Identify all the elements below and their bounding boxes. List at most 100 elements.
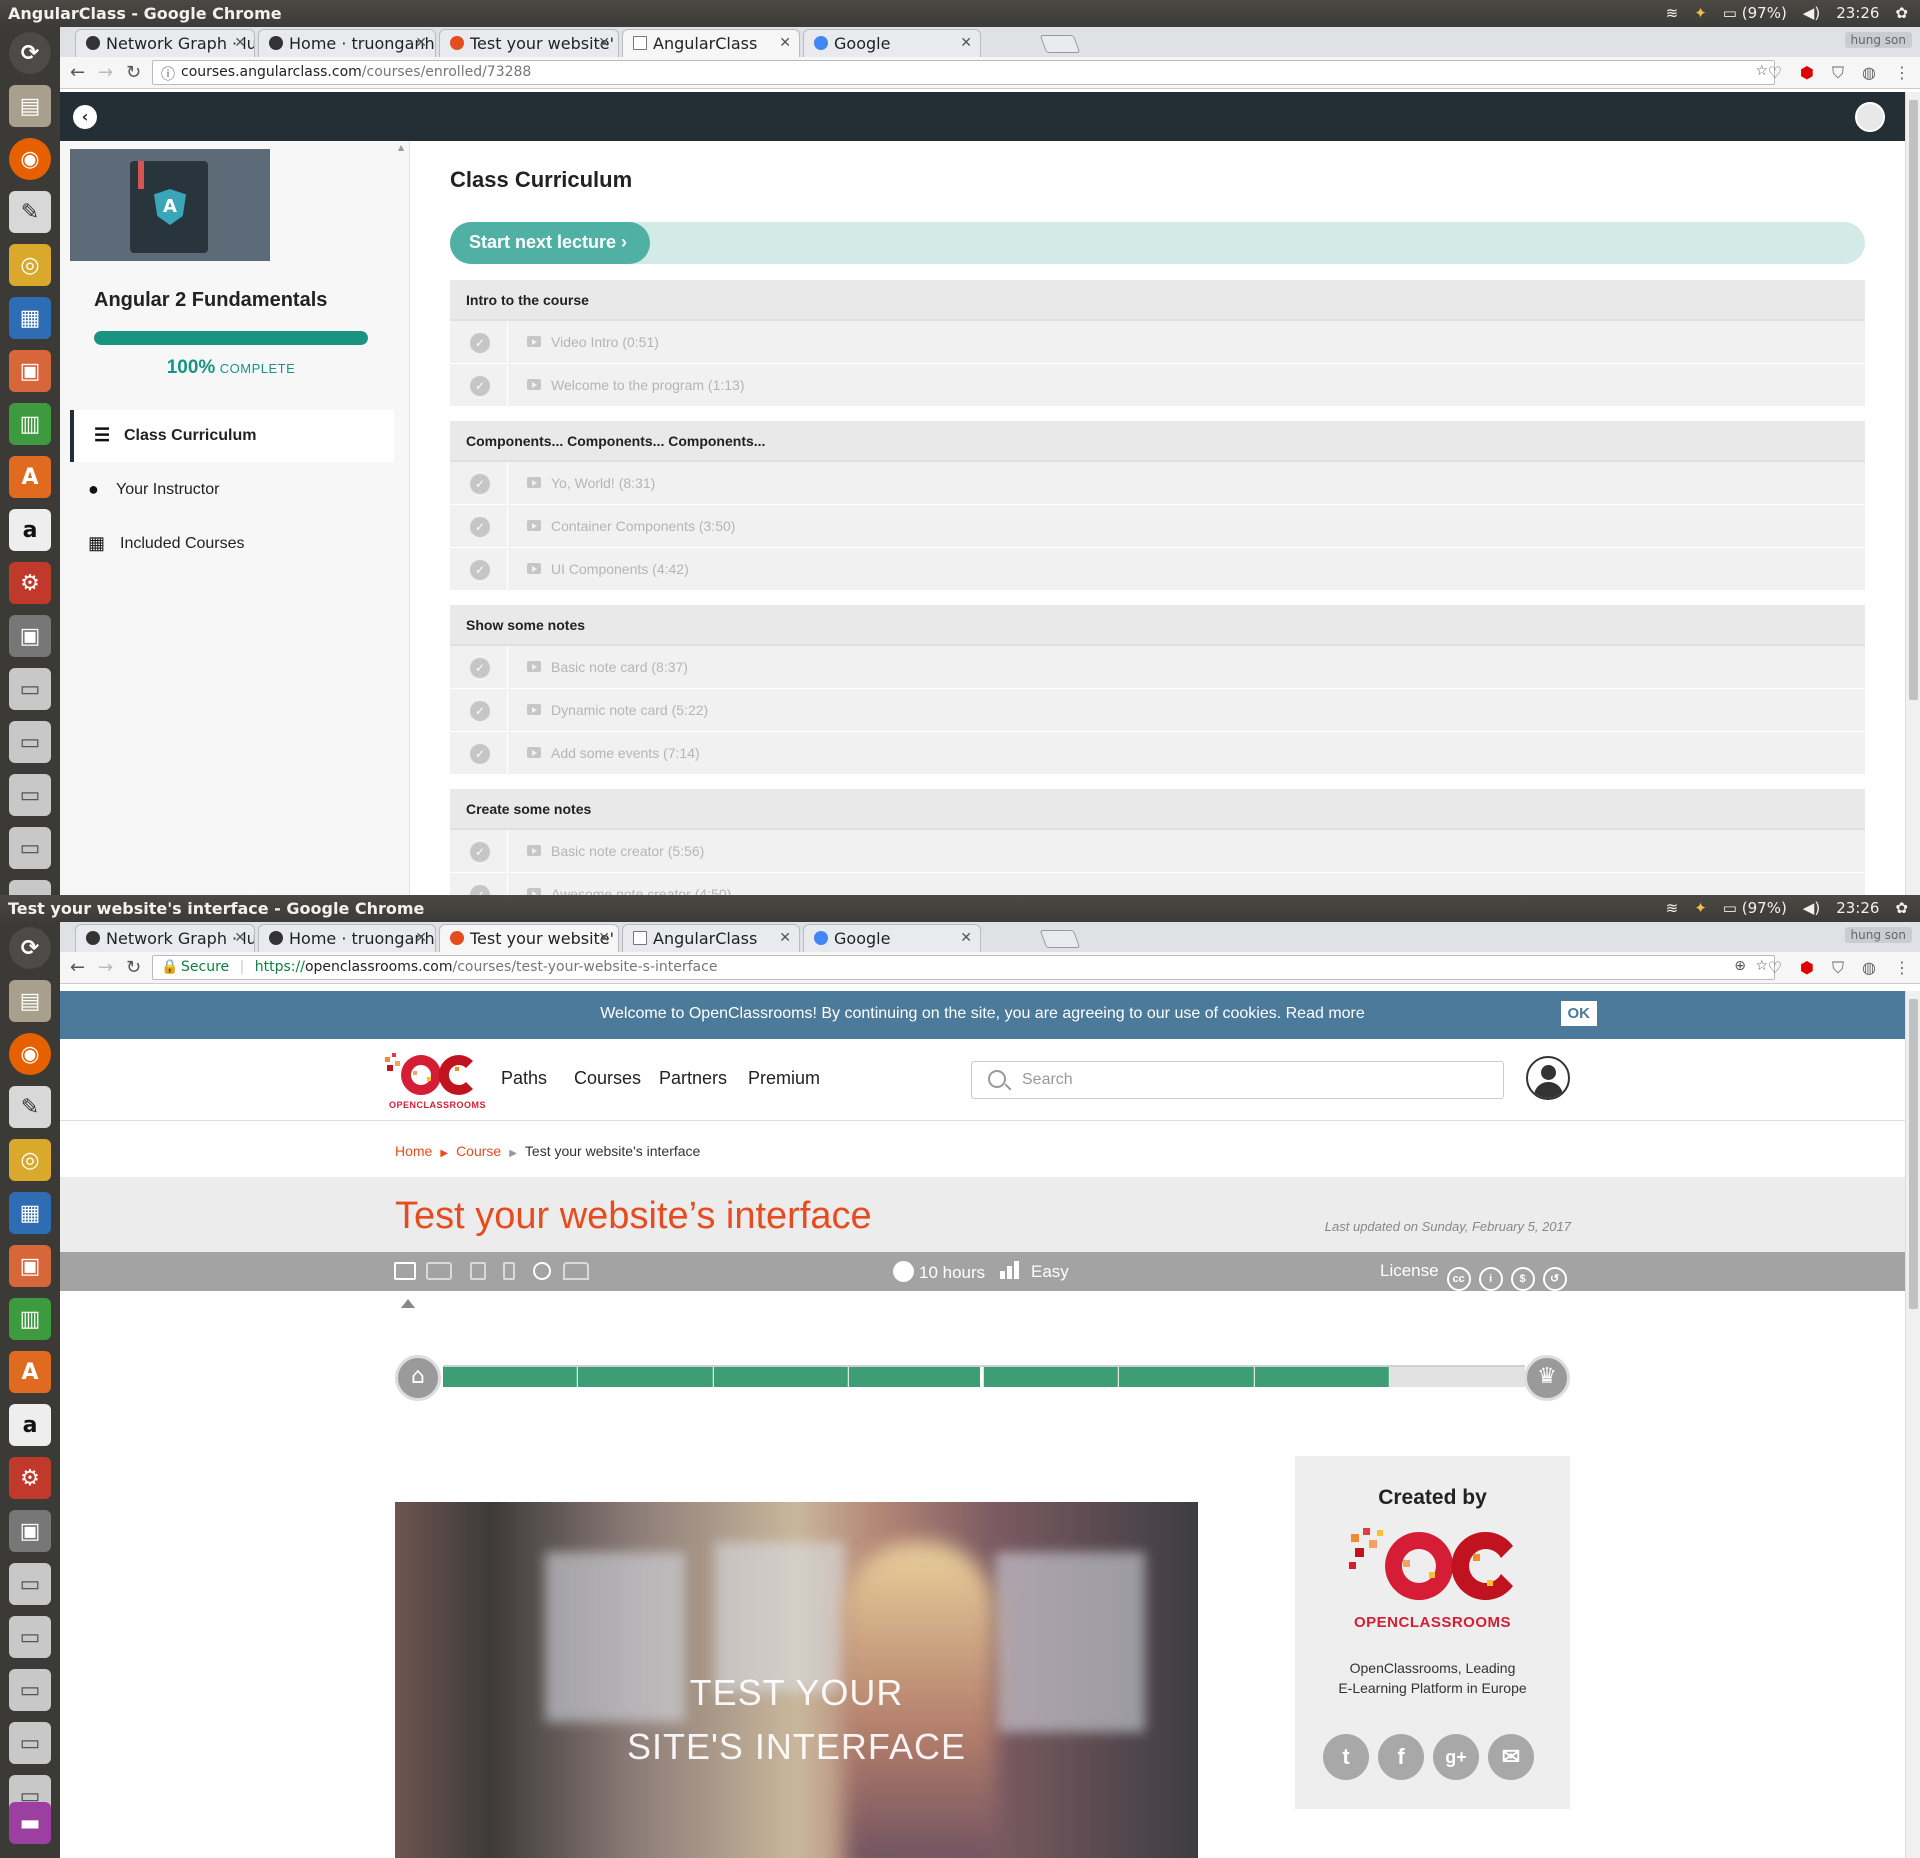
home-icon[interactable]: ⌂ — [395, 1355, 441, 1401]
adblock-icon[interactable]: ⬢ — [1800, 63, 1814, 83]
drive-icon[interactable]: ▭ — [9, 721, 51, 763]
scrollbar-thumb[interactable] — [1909, 999, 1918, 1309]
ghost-icon[interactable]: ◍ — [1862, 958, 1876, 978]
text-editor-icon[interactable]: ✎ — [9, 1086, 51, 1128]
desktop-icon[interactable] — [394, 1262, 416, 1280]
drive-icon[interactable]: ▭ — [9, 1616, 51, 1658]
system-tray[interactable]: ≋ ✦ ▭ (97%) ◀) 23:26 ✿ — [1666, 899, 1908, 917]
tab-network-graph[interactable]: Network Graph · lu ✕ — [75, 29, 255, 57]
twitter-icon[interactable]: t — [1323, 1734, 1369, 1780]
facebook-icon[interactable]: f — [1378, 1734, 1424, 1780]
files-icon[interactable]: ▤ — [9, 85, 51, 127]
lecture-row[interactable]: ✓ Video Intro (0:51) — [450, 321, 1865, 364]
battery-icon[interactable]: ▭ (97%) — [1723, 899, 1787, 917]
menu-icon[interactable]: ⋮ — [1894, 958, 1910, 978]
lock-icon[interactable]: ▣ — [9, 615, 51, 657]
tab-angularclass[interactable]: AngularClass ✕ — [622, 29, 800, 57]
close-icon[interactable]: ✕ — [415, 35, 427, 51]
video-icon[interactable] — [426, 1262, 452, 1280]
dash-icon[interactable]: ⟳ — [9, 927, 51, 969]
drive-icon[interactable]: ▭ — [9, 1563, 51, 1605]
menu-icon[interactable]: ⋮ — [1894, 63, 1910, 83]
chrome-icon[interactable]: ◎ — [9, 244, 51, 286]
chrome-icon[interactable]: ◎ — [9, 1139, 51, 1181]
forward-icon[interactable]: → — [98, 62, 113, 83]
drive-icon[interactable]: ▭ — [9, 1722, 51, 1764]
address-bar[interactable]: 🔒 Secure | https://openclassrooms.com/co… — [152, 955, 1775, 980]
tab-test-website[interactable]: Test your website' ✕ — [439, 29, 619, 57]
scrollbar-thumb[interactable] — [1909, 100, 1918, 700]
back-icon[interactable]: ← — [70, 62, 85, 83]
close-icon[interactable]: ✕ — [234, 930, 246, 946]
close-icon[interactable]: ✕ — [779, 35, 791, 51]
close-icon[interactable]: ✕ — [960, 35, 972, 51]
tab-network-graph[interactable]: Network Graph · lu ✕ — [75, 924, 255, 952]
settings-icon[interactable]: ✿ — [1895, 899, 1908, 917]
cookie-ok-button[interactable]: OK — [1560, 1001, 1597, 1026]
avatar[interactable] — [1855, 102, 1885, 132]
settings-icon[interactable]: ✿ — [1895, 4, 1908, 22]
graduation-cap-icon[interactable] — [563, 1262, 589, 1280]
amazon-icon[interactable]: a — [9, 509, 51, 551]
tab-test-website[interactable]: Test your website' ✕ — [439, 924, 619, 952]
nav-partners[interactable]: Partners — [659, 1068, 727, 1089]
clock[interactable]: 23:26 — [1836, 4, 1879, 22]
updates-icon[interactable]: ✦ — [1694, 4, 1707, 22]
dash-icon[interactable]: ⟳ — [9, 32, 51, 74]
course-video[interactable]: TEST YOUR SITE'S INTERFACE — [395, 1502, 1198, 1858]
nav-courses[interactable]: Courses — [574, 1068, 641, 1089]
writer-icon[interactable]: ▦ — [9, 1192, 51, 1234]
clock[interactable]: 23:26 — [1836, 899, 1879, 917]
calc-icon[interactable]: ▥ — [9, 403, 51, 445]
volume-icon[interactable]: ◀) — [1803, 899, 1820, 917]
close-icon[interactable]: ✕ — [960, 930, 972, 946]
shield-icon[interactable]: ⛉ — [1832, 958, 1844, 978]
google-plus-icon[interactable]: g+ — [1433, 1734, 1479, 1780]
lecture-row[interactable]: ✓ Welcome to the program (1:13) — [450, 364, 1865, 407]
system-settings-icon[interactable]: ⚙ — [9, 1457, 51, 1499]
breadcrumb-home[interactable]: Home — [395, 1143, 432, 1159]
breadcrumb-course[interactable]: Course — [456, 1143, 501, 1159]
close-icon[interactable]: ✕ — [598, 35, 610, 51]
tab-angularclass[interactable]: AngularClass ✕ — [622, 924, 800, 952]
tablet-icon[interactable] — [470, 1262, 486, 1280]
wifi-icon[interactable]: ≋ — [1666, 4, 1679, 22]
close-icon[interactable]: ✕ — [234, 35, 246, 51]
battery-icon[interactable]: ▭ (97%) — [1723, 4, 1787, 22]
new-tab-button[interactable] — [1039, 35, 1081, 53]
cc-by-icon[interactable]: i — [1478, 1267, 1503, 1291]
tab-google[interactable]: Google ✕ — [803, 924, 981, 952]
trophy-icon[interactable]: ♛ — [1524, 1355, 1570, 1401]
system-settings-icon[interactable]: ⚙ — [9, 562, 51, 604]
text-editor-icon[interactable]: ✎ — [9, 191, 51, 233]
writer-icon[interactable]: ▦ — [9, 297, 51, 339]
impress-icon[interactable]: ▣ — [9, 350, 51, 392]
sidebar-item-included-courses[interactable]: ▦ Included Courses — [70, 518, 394, 570]
software-center-icon[interactable]: A — [9, 1351, 51, 1393]
search-input[interactable]: Search — [971, 1061, 1504, 1099]
forward-icon[interactable]: → — [98, 957, 113, 978]
start-next-lecture-button[interactable]: Start next lecture › — [450, 222, 650, 264]
software-center-icon[interactable]: A — [9, 456, 51, 498]
sidebar-item-class-curriculum[interactable]: ☰ Class Curriculum — [70, 410, 394, 462]
tab-google[interactable]: Google ✕ — [803, 29, 981, 57]
wifi-icon[interactable]: ≋ — [1666, 899, 1679, 917]
drive-icon[interactable]: ▭ — [9, 774, 51, 816]
star-icon[interactable]: ☆ — [1755, 958, 1768, 974]
new-tab-button[interactable] — [1039, 930, 1081, 948]
firefox-icon[interactable]: ◉ — [9, 1033, 51, 1075]
adblock-icon[interactable]: ⬢ — [1800, 958, 1814, 978]
sidebar-scrollbar[interactable]: ▲ — [398, 141, 406, 895]
workspace-icon[interactable]: ▬ — [9, 1802, 51, 1844]
cc-nc-icon[interactable]: $ — [1510, 1267, 1535, 1291]
page-scrollbar[interactable] — [1905, 991, 1920, 1858]
reload-icon[interactable]: ↻ — [126, 62, 141, 83]
close-icon[interactable]: ✕ — [415, 930, 427, 946]
files-icon[interactable]: ▤ — [9, 980, 51, 1022]
lecture-row[interactable]: ✓ Add some events (7:14) — [450, 732, 1865, 775]
profile-chip[interactable]: hung son — [1844, 927, 1912, 943]
lecture-row[interactable]: ✓ Dynamic note card (5:22) — [450, 689, 1865, 732]
updates-icon[interactable]: ✦ — [1694, 899, 1707, 917]
lecture-row[interactable]: ✓ UI Components (4:42) — [450, 548, 1865, 591]
lock-icon[interactable]: 🔒 — [161, 959, 178, 975]
